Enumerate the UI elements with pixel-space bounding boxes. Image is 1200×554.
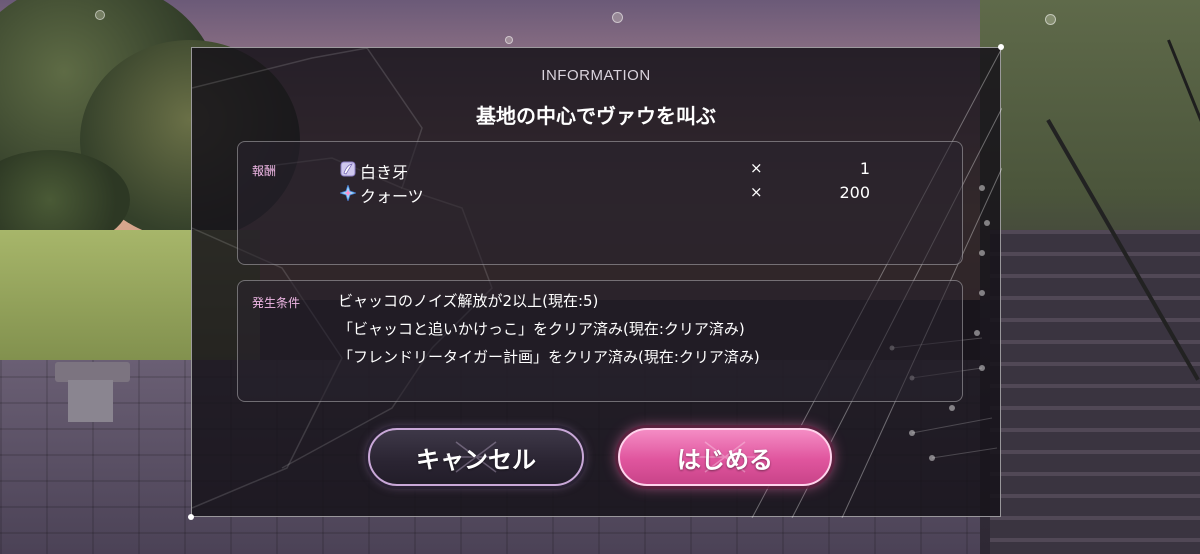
reward-name: クォーツ (360, 187, 424, 206)
reward-quantity: 200 (839, 183, 870, 202)
start-button[interactable]: はじめる (618, 428, 832, 486)
condition-line: 「フレンドリータイガー計画」をクリア済み(現在:クリア済み) (338, 348, 760, 366)
reward-name: 白き牙 (360, 163, 409, 182)
quartz-star-icon (340, 185, 356, 201)
corner-dot (188, 514, 194, 520)
condition-line: ビャッコのノイズ解放が2以上(現在:5) (338, 292, 599, 310)
cancel-button-label: キャンセル (416, 445, 536, 474)
multiply-sign: × (750, 183, 763, 201)
event-title: 基地の中心でヴァウを叫ぶ (476, 104, 716, 128)
reward-panel: 報酬 白き牙 × 1 クォーツ × 200 (237, 141, 963, 265)
stairs (990, 230, 1200, 554)
reward-label: 報酬 (252, 164, 277, 178)
reward-row: 白き牙 × 1 (340, 159, 900, 182)
bench (55, 362, 130, 382)
light-orb (95, 10, 105, 20)
light-orb (505, 36, 513, 44)
bench-base (68, 380, 113, 422)
corner-dot (998, 44, 1004, 50)
white-fang-item-icon (340, 161, 356, 177)
start-button-label: はじめる (677, 445, 773, 474)
light-orb (1045, 14, 1056, 25)
condition-line: 「ビャッコと追いかけっこ」をクリア済み(現在:クリア済み) (338, 320, 745, 338)
condition-panel: 発生条件 ビャッコのノイズ解放が2以上(現在:5) 「ビャッコと追いかけっこ」を… (237, 280, 963, 402)
reward-row: クォーツ × 200 (340, 183, 900, 206)
information-dialog: INFORMATION 基地の中心でヴァウを叫ぶ 報酬 白き牙 × 1 クォーツ… (188, 44, 1004, 520)
reward-quantity: 1 (859, 159, 870, 178)
multiply-sign: × (750, 159, 763, 177)
cancel-button[interactable]: キャンセル (368, 428, 584, 486)
dialog-header: INFORMATION (541, 67, 651, 84)
condition-label: 発生条件 (252, 296, 301, 310)
light-orb (612, 12, 623, 23)
